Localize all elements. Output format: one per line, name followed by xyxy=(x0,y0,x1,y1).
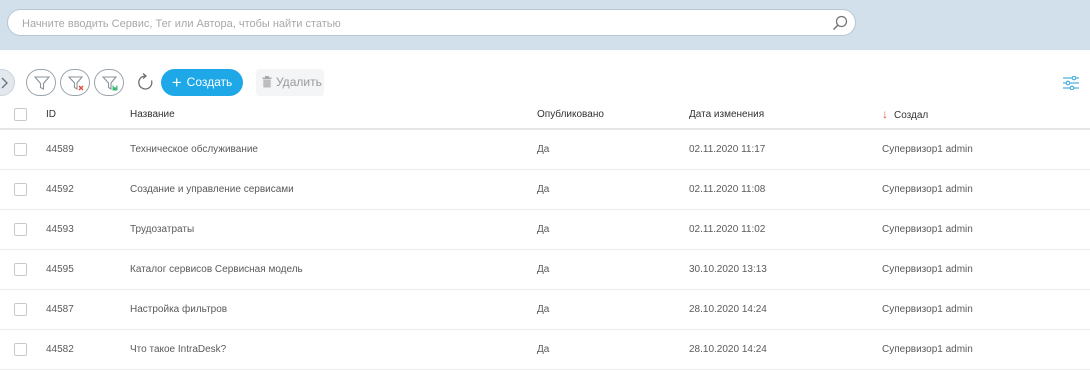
select-all-checkbox[interactable] xyxy=(14,107,27,121)
expand-sidebar-button[interactable] xyxy=(0,69,15,96)
settings-sliders-icon[interactable] xyxy=(1063,75,1079,95)
cell-id: 44595 xyxy=(46,249,130,290)
toolbar: + Создать Удалить xyxy=(0,50,1090,100)
table-header-row: ID Название Опубликовано Дата изменения … xyxy=(0,100,1090,130)
search-input[interactable] xyxy=(20,14,824,33)
table-row[interactable]: 44589 Техническое обслуживание Да 02.11.… xyxy=(0,129,1090,170)
column-header-name[interactable]: Название xyxy=(130,100,537,130)
cell-published: Да xyxy=(537,289,689,330)
cell-name[interactable]: Трудозатраты xyxy=(130,209,537,250)
cell-id: 44593 xyxy=(46,209,130,250)
column-header-published[interactable]: Опубликовано xyxy=(537,100,689,130)
sort-descending-icon: ↓ xyxy=(882,107,888,121)
search-band xyxy=(0,0,1090,50)
select-all-cell[interactable] xyxy=(0,100,46,130)
column-header-created-by-label: Создал xyxy=(894,110,929,121)
cell-name[interactable]: Настройка фильтров xyxy=(130,289,537,330)
row-checkbox[interactable] xyxy=(14,303,27,316)
cell-modified: 28.10.2020 14:24 xyxy=(689,289,876,330)
cell-published: Да xyxy=(537,209,689,250)
cell-created-by: Супервизор1 admin xyxy=(876,249,1090,290)
delete-button[interactable]: Удалить xyxy=(256,69,324,96)
table-row[interactable]: 44587 Настройка фильтров Да 28.10.2020 1… xyxy=(0,289,1090,330)
column-header-created-by[interactable]: ↓ Создал xyxy=(876,100,1090,130)
search-icon[interactable] xyxy=(831,14,849,32)
save-filter-button[interactable] xyxy=(94,69,124,96)
table-row[interactable]: 44592 Создание и управление сервисами Да… xyxy=(0,169,1090,210)
cell-name[interactable]: Что такое IntraDesk? xyxy=(130,329,537,370)
cell-id: 44589 xyxy=(46,129,130,170)
create-button[interactable]: + Создать xyxy=(161,69,243,96)
table-row[interactable]: 44593 Трудозатраты Да 02.11.2020 11:02 С… xyxy=(0,209,1090,250)
table-row[interactable]: 44595 Каталог сервисов Сервисная модель … xyxy=(0,249,1090,290)
refresh-icon[interactable] xyxy=(136,71,156,93)
cell-published: Да xyxy=(537,249,689,290)
cell-id: 44592 xyxy=(46,169,130,210)
cell-created-by: Супервизор1 admin xyxy=(876,129,1090,170)
row-checkbox[interactable] xyxy=(14,183,27,196)
cell-modified: 30.10.2020 13:13 xyxy=(689,249,876,290)
cell-modified: 02.11.2020 11:02 xyxy=(689,209,876,250)
column-header-id[interactable]: ID xyxy=(46,100,130,130)
cell-created-by: Супервизор1 admin xyxy=(876,289,1090,330)
filter-save-icon xyxy=(101,76,118,91)
cell-published: Да xyxy=(537,169,689,210)
cell-published: Да xyxy=(537,129,689,170)
cell-published: Да xyxy=(537,329,689,370)
filter-button[interactable] xyxy=(26,69,56,96)
cell-name[interactable]: Создание и управление сервисами xyxy=(130,169,537,210)
cell-name[interactable]: Каталог сервисов Сервисная модель xyxy=(130,249,537,290)
trash-icon xyxy=(262,76,272,88)
row-checkbox[interactable] xyxy=(14,143,27,156)
cell-name[interactable]: Техническое обслуживание xyxy=(130,129,537,170)
cell-modified: 02.11.2020 11:17 xyxy=(689,129,876,170)
cell-created-by: Супервизор1 admin xyxy=(876,329,1090,370)
filter-clear-icon xyxy=(67,76,84,91)
cell-modified: 02.11.2020 11:08 xyxy=(689,169,876,210)
articles-table: ID Название Опубликовано Дата изменения … xyxy=(0,100,1090,370)
cell-modified: 28.10.2020 14:24 xyxy=(689,329,876,370)
cell-id: 44587 xyxy=(46,289,130,330)
clear-filter-button[interactable] xyxy=(60,69,90,96)
column-header-modified[interactable]: Дата изменения xyxy=(689,100,876,130)
row-checkbox[interactable] xyxy=(14,263,27,276)
plus-icon: + xyxy=(171,73,182,92)
filter-icon xyxy=(33,76,51,90)
table-row[interactable]: 44582 Что такое IntraDesk? Да 28.10.2020… xyxy=(0,329,1090,370)
row-checkbox[interactable] xyxy=(14,223,27,236)
chevron-right-icon xyxy=(1,77,8,89)
cell-created-by: Супервизор1 admin xyxy=(876,169,1090,210)
cell-id: 44582 xyxy=(46,329,130,370)
cell-created-by: Супервизор1 admin xyxy=(876,209,1090,250)
delete-label: Удалить xyxy=(276,75,322,89)
create-label: Создать xyxy=(186,75,233,89)
search-box[interactable] xyxy=(7,9,856,36)
row-checkbox[interactable] xyxy=(14,343,27,356)
